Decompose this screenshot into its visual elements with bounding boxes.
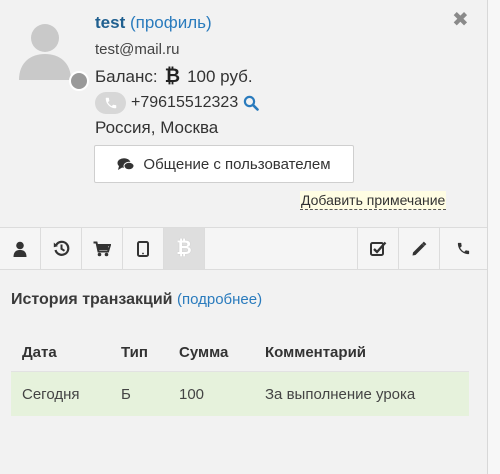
user-email: test@mail.ru [95,41,180,58]
transactions-heading: История транзакций (подробнее) [11,291,262,309]
checkbox-icon[interactable] [357,228,398,269]
cell-date: Сегодня [11,371,110,416]
user-name[interactable]: test [95,13,125,32]
user-location: Россия, Москва [95,118,219,137]
add-note-link[interactable]: Добавить примечание [300,191,447,210]
cell-comment: За выполнение урока [254,371,469,416]
column-header: Комментарий [254,333,469,372]
transactions-table: Дата Тип Сумма Комментарий Сегодня Б 100… [11,333,469,416]
chat-with-user-button[interactable]: Общение с пользователем [94,145,354,183]
bitcoin-icon: ₿ [164,66,181,87]
scrollbar[interactable] [488,0,500,474]
phone-icon[interactable] [95,92,126,114]
bitcoin-tab-icon[interactable]: ₿ [164,228,205,269]
tablet-icon[interactable] [123,228,164,269]
cell-type: Б [110,371,168,416]
avatar [13,16,77,80]
profile-link[interactable]: (профиль) [130,13,212,32]
table-row: Сегодня Б 100 За выполнение урока [11,371,469,416]
phone-number: +79615512323 [131,94,239,111]
balance: Баланс: ₿ 100 руб. [95,66,259,88]
transactions-title: История транзакций [11,291,173,308]
balance-value: 100 руб. [187,67,253,86]
cell-amount: 100 [168,371,254,416]
pencil-icon[interactable] [398,228,439,269]
column-header: Тип [110,333,168,372]
comments-icon [117,157,135,172]
column-header: Сумма [168,333,254,372]
search-icon[interactable] [243,95,260,111]
user-icon[interactable] [0,228,41,269]
status-indicator [69,71,89,91]
close-icon[interactable]: ✖ [452,10,469,30]
history-icon[interactable] [41,228,82,269]
chat-button-label: Общение с пользователем [143,155,331,173]
table-header-row: Дата Тип Сумма Комментарий [11,333,469,372]
phone-line: +79615512323 [95,92,260,114]
balance-label: Баланс: [95,67,158,86]
transactions-more-link[interactable]: (подробнее) [177,291,262,308]
cart-icon[interactable] [82,228,123,269]
column-header: Дата [11,333,110,372]
phone-call-icon[interactable] [439,228,487,269]
tab-toolbar: ₿ [0,227,487,270]
user-info: test (профиль) test@mail.ru Баланс: ₿ 10… [95,12,260,139]
user-panel: ✖ test (профиль) test@mail.ru Баланс: ₿ … [0,0,488,474]
